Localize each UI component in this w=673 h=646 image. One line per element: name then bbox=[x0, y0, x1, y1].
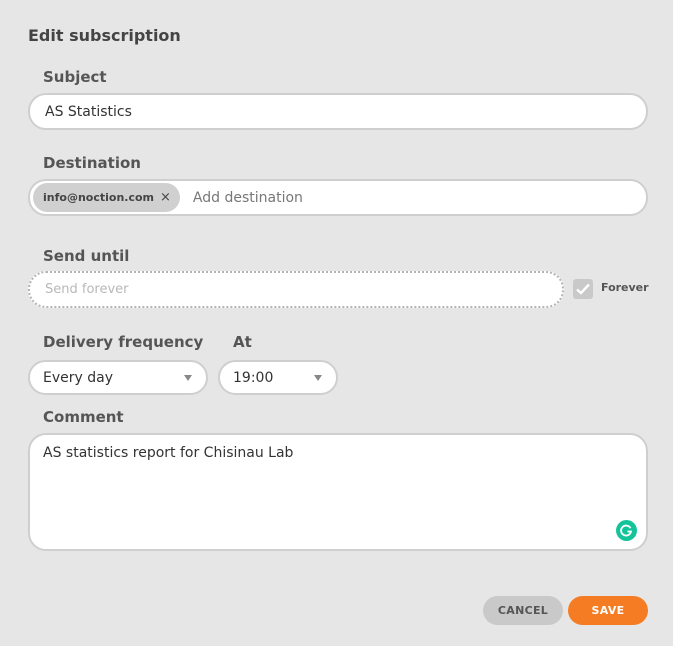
delivery-frequency-select[interactable]: Every day bbox=[28, 360, 208, 395]
caret-down-icon bbox=[184, 375, 192, 381]
comment-label: Comment bbox=[43, 408, 124, 426]
delivery-frequency-label: Delivery frequency bbox=[43, 333, 204, 351]
comment-value: AS statistics report for Chisinau Lab bbox=[43, 445, 294, 461]
subject-input[interactable]: AS Statistics bbox=[28, 93, 648, 130]
send-until-label: Send until bbox=[43, 247, 130, 265]
dialog-title: Edit subscription bbox=[28, 26, 181, 45]
forever-checkbox[interactable] bbox=[573, 279, 593, 299]
send-until-placeholder: Send forever bbox=[45, 282, 129, 297]
subject-label: Subject bbox=[43, 68, 107, 86]
caret-down-icon bbox=[314, 375, 322, 381]
check-icon bbox=[576, 283, 590, 295]
send-until-input[interactable]: Send forever bbox=[28, 271, 564, 308]
save-button[interactable]: SAVE bbox=[568, 596, 648, 625]
at-label: At bbox=[233, 333, 252, 351]
close-icon[interactable]: × bbox=[160, 190, 171, 205]
destination-field[interactable]: info@noction.com × Add destination bbox=[28, 179, 648, 216]
at-time-select[interactable]: 19:00 bbox=[218, 360, 338, 395]
grammarly-icon[interactable] bbox=[616, 520, 637, 541]
add-destination-input[interactable]: Add destination bbox=[193, 190, 303, 206]
at-time-value: 19:00 bbox=[233, 369, 274, 386]
forever-label: Forever bbox=[601, 281, 649, 294]
destination-chip-label: info@noction.com bbox=[43, 191, 154, 204]
comment-textarea[interactable]: AS statistics report for Chisinau Lab bbox=[28, 433, 648, 551]
subject-value: AS Statistics bbox=[45, 103, 132, 120]
delivery-frequency-value: Every day bbox=[43, 369, 113, 386]
destination-label: Destination bbox=[43, 154, 141, 172]
cancel-button[interactable]: CANCEL bbox=[483, 596, 563, 625]
destination-chip: info@noction.com × bbox=[33, 183, 180, 212]
